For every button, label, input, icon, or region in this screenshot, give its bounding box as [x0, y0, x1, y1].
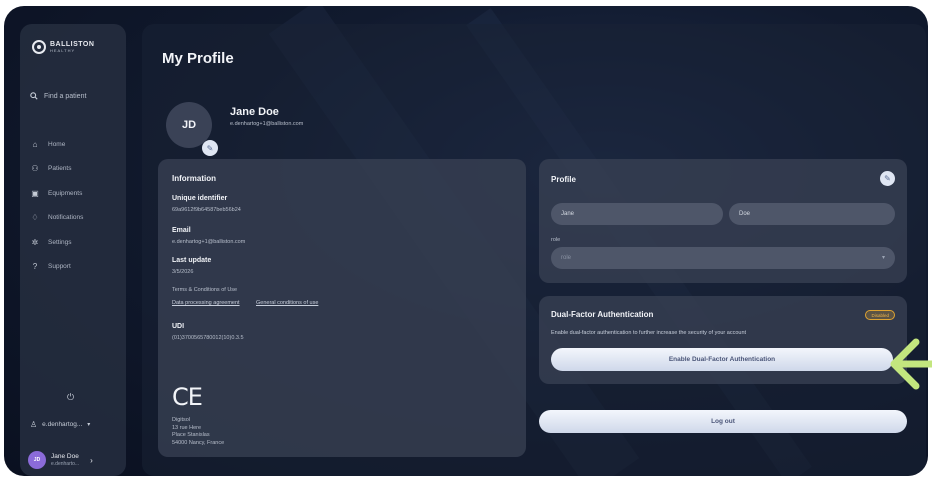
- sidebar-item-notifications[interactable]: ♢ Notifications: [30, 206, 120, 231]
- status-badge: Disabled: [865, 310, 895, 320]
- profile-card-title: Profile: [551, 175, 576, 184]
- sidebar-item-support[interactable]: ? Support: [30, 255, 120, 280]
- main-panel: My Profile JD ✎ Jane Doe e.denhartog+1@b…: [142, 24, 926, 476]
- sidebar-item-label: Notifications: [48, 214, 84, 222]
- logout-button[interactable]: Log out: [539, 410, 907, 433]
- role-select[interactable]: role ▾: [551, 247, 895, 269]
- help-icon: ?: [32, 262, 38, 272]
- bell-icon: ♢: [31, 213, 39, 223]
- udi-label: UDI: [172, 323, 185, 330]
- last-update-value: 3/5/2026: [172, 269, 194, 275]
- sidebar-item-equipments[interactable]: ▣ Equipments: [30, 181, 120, 206]
- patient-search[interactable]: Find a patient: [30, 92, 86, 100]
- sidebar-item-label: Support: [48, 263, 71, 271]
- chevron-down-icon: ▾: [87, 422, 91, 428]
- search-input[interactable]: Find a patient: [44, 93, 86, 100]
- ce-mark: CE: [172, 383, 203, 411]
- mfa-card: Dual-Factor Authentication Disabled Enab…: [539, 296, 907, 384]
- edit-profile-icon[interactable]: ✎: [880, 171, 895, 186]
- briefcase-icon: ▣: [31, 188, 39, 198]
- uid-value: 69a9612f9b64587beb56b24: [172, 207, 241, 213]
- role-label: role: [551, 237, 561, 243]
- user-card-name: Jane Doe: [51, 453, 79, 460]
- chevron-down-icon: ▾: [881, 255, 885, 261]
- user-menu-label: e.denhartog...: [42, 421, 83, 428]
- first-name-field[interactable]: Jane: [551, 203, 723, 225]
- sidebar-item-label: Home: [48, 140, 66, 148]
- general-conditions-link[interactable]: General conditions of use: [256, 300, 318, 306]
- pointer-arrow-icon: [890, 338, 932, 390]
- edit-avatar-icon[interactable]: ✎: [202, 140, 218, 156]
- logo-text: BALLISTON: [50, 41, 95, 48]
- user-card-email: e.denharto...: [51, 461, 80, 467]
- user-card[interactable]: JD Jane Doe e.denharto... ›: [28, 448, 116, 472]
- profile-email: e.denhartog+1@balliston.com: [230, 121, 304, 127]
- address-line: 54000 Nancy, France: [172, 439, 225, 446]
- page-title: My Profile: [162, 50, 234, 67]
- manufacturer-address: Digitsol 13 rue Here Place Stanislas 540…: [172, 417, 224, 447]
- sidebar-item-home[interactable]: ⌂ Home: [30, 132, 120, 157]
- email-label: Email: [172, 227, 191, 234]
- users-icon: ⚇: [31, 164, 39, 174]
- chevron-right-icon: ›: [90, 455, 93, 465]
- address-line: Place Stanislas: [172, 432, 210, 438]
- avatar: JD: [28, 451, 46, 469]
- logo-icon: [32, 40, 46, 54]
- udi-value: (01)3700565780012(10)0.3.5: [172, 335, 244, 341]
- app-window: BALLISTON HEALTHY Find a patient ⌂ Home …: [4, 6, 928, 476]
- search-icon: [30, 92, 38, 100]
- address-line: 13 rue Here: [172, 424, 202, 431]
- data-processing-link[interactable]: Data processing agreement: [172, 300, 240, 306]
- sidebar-item-label: Settings: [48, 238, 72, 246]
- terms-label: Terms & Conditions of Use: [172, 287, 238, 293]
- role-select-value: role: [561, 255, 572, 261]
- profile-card: Profile ✎ Jane Doe role role ▾: [539, 159, 907, 283]
- logo-subtext: HEALTHY: [50, 48, 76, 53]
- person-icon: ♙: [30, 420, 38, 429]
- user-menu[interactable]: ♙ e.denhartog... ▾: [30, 420, 90, 429]
- app-logo[interactable]: BALLISTON HEALTHY: [32, 40, 94, 54]
- last-name-field[interactable]: Doe: [729, 203, 895, 225]
- gear-icon: ✲: [31, 237, 39, 247]
- sidebar-item-label: Equipments: [48, 189, 83, 197]
- sidebar-item-settings[interactable]: ✲ Settings: [30, 230, 120, 255]
- sidebar-item-label: Patients: [48, 165, 72, 173]
- sidebar: BALLISTON HEALTHY Find a patient ⌂ Home …: [20, 24, 126, 476]
- sidebar-item-patients[interactable]: ⚇ Patients: [30, 157, 120, 182]
- enable-mfa-button[interactable]: Enable Dual-Factor Authentication: [551, 348, 893, 371]
- information-title: Information: [172, 174, 216, 183]
- email-value: e.denhartog+1@balliston.com: [172, 239, 246, 245]
- profile-name: Jane Doe: [230, 106, 279, 118]
- uid-label: Unique identifier: [172, 195, 228, 202]
- last-update-label: Last update: [172, 257, 212, 264]
- power-icon[interactable]: ⏻: [67, 392, 74, 403]
- mfa-description: Enable dual-factor authentication to fur…: [551, 330, 747, 336]
- mfa-title: Dual-Factor Authentication: [551, 310, 654, 319]
- address-line: Digitsol: [172, 417, 191, 423]
- sidebar-nav: ⌂ Home ⚇ Patients ▣ Equipments ♢ Notific…: [30, 132, 120, 279]
- information-card: Information Unique identifier 69a9612f9b…: [158, 159, 526, 457]
- home-icon: ⌂: [32, 139, 38, 149]
